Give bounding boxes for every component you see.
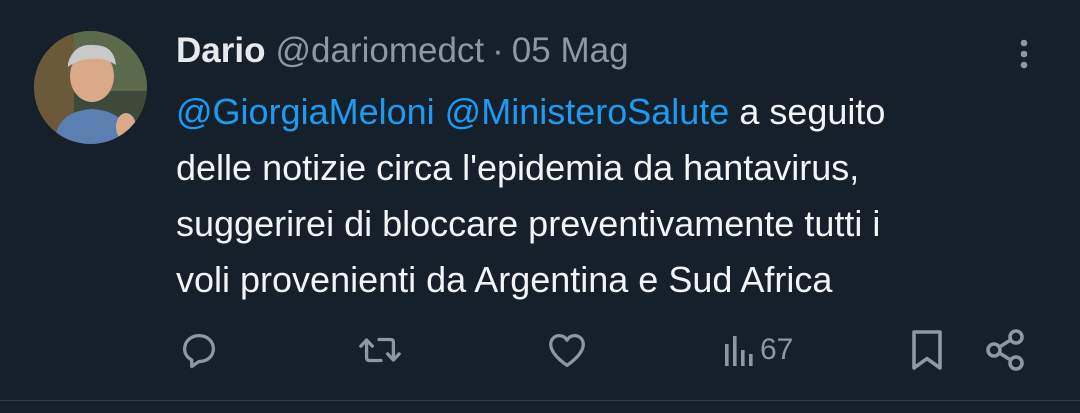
like-button[interactable]: [544, 322, 590, 378]
tweet-text: @GiorgiaMeloni @MinisteroSalute a seguit…: [176, 84, 1056, 308]
author-handle[interactable]: @dariomedct: [275, 31, 484, 71]
author-name[interactable]: Dario: [176, 31, 265, 71]
more-vertical-icon: [1020, 39, 1028, 69]
views-chart-icon: [725, 336, 753, 366]
reply-icon: [182, 333, 216, 369]
tweet-line-1: @GiorgiaMeloni @MinisteroSalute a seguit…: [176, 84, 1056, 140]
share-button[interactable]: [984, 322, 1026, 378]
avatar[interactable]: [34, 31, 147, 144]
tweet-date[interactable]: 05 Mag: [512, 31, 629, 71]
views-button[interactable]: 67: [722, 322, 793, 378]
tweet[interactable]: Dario @dariomedct · 05 Mag @GiorgiaMelon…: [0, 0, 1080, 401]
tweet-line-3: suggerirei di bloccare preventivamente t…: [176, 203, 881, 244]
action-bar: 67: [0, 322, 1080, 378]
bookmark-button[interactable]: [906, 322, 948, 378]
tweet-divider: [0, 400, 1080, 401]
reply-button[interactable]: [176, 322, 222, 378]
tweet-header: Dario @dariomedct · 05 Mag: [176, 26, 629, 76]
more-options-button[interactable]: [1004, 30, 1044, 78]
heart-icon: [549, 333, 585, 367]
retweet-button[interactable]: [356, 322, 404, 378]
avatar-image: [34, 31, 147, 144]
mention-ministerosalute[interactable]: @MinisteroSalute: [445, 91, 730, 132]
share-icon: [986, 329, 1024, 371]
views-count: 67: [760, 333, 794, 366]
tweet-line-4: voli provenienti da Argentina e Sud Afri…: [176, 259, 833, 300]
bookmark-icon: [912, 330, 942, 370]
mention-giorgiameloni[interactable]: @GiorgiaMeloni: [176, 91, 435, 132]
separator-dot: ·: [492, 31, 504, 70]
retweet-icon: [359, 337, 401, 363]
tweet-line-2: delle notizie circa l'epidemia da hantav…: [176, 147, 860, 188]
tweet-line-1-text: a seguito: [729, 91, 886, 132]
